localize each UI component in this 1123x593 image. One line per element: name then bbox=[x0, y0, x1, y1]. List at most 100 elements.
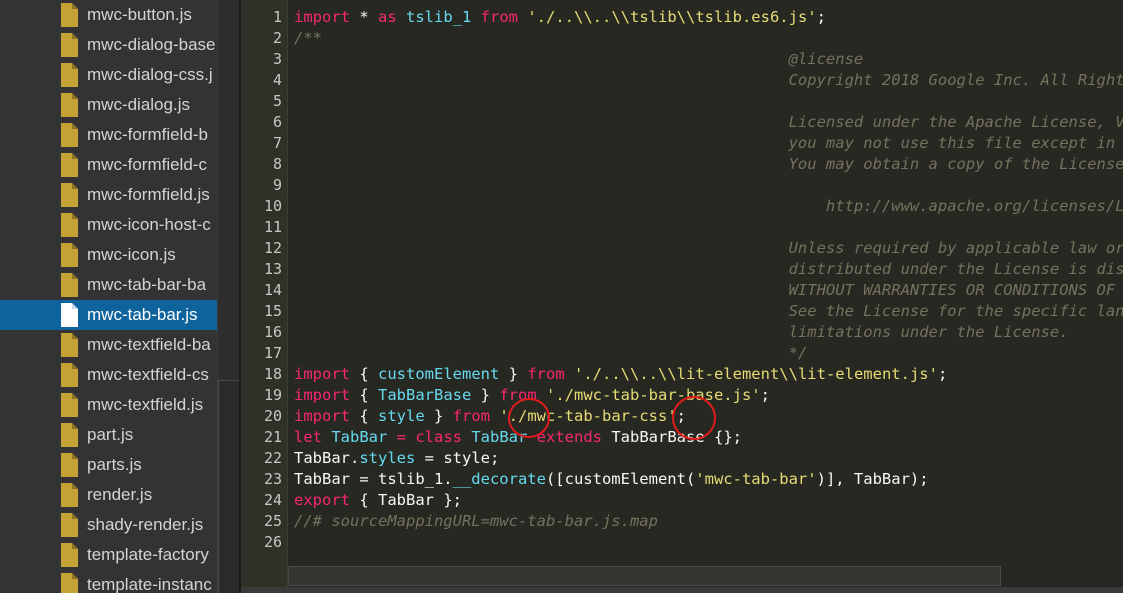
code-token: style bbox=[378, 407, 425, 425]
code-token: import bbox=[294, 386, 350, 404]
file-tree-item[interactable]: mwc-dialog-base bbox=[0, 30, 217, 60]
file-icon bbox=[61, 33, 78, 57]
line-number: 9 bbox=[272, 176, 282, 194]
file-name-label: mwc-icon-host-c bbox=[87, 215, 211, 234]
file-tree-item[interactable]: mwc-formfield.js bbox=[0, 180, 217, 210]
file-name-label: mwc-dialog.js bbox=[87, 95, 190, 114]
line-number: 18 bbox=[263, 365, 282, 383]
file-tree-item[interactable]: mwc-formfield-b bbox=[0, 120, 217, 150]
code-line: See the License for the specific languag… bbox=[294, 301, 1123, 322]
line-number: 12 bbox=[263, 239, 282, 257]
line-number: 20 bbox=[263, 407, 282, 425]
code-token: { bbox=[350, 386, 378, 404]
file-icon bbox=[61, 63, 78, 87]
file-name-label: mwc-textfield-ba bbox=[87, 335, 211, 354]
file-name-label: shady-render.js bbox=[87, 515, 204, 534]
line-number: 5 bbox=[272, 92, 282, 110]
code-line: let TabBar = class TabBar extends TabBar… bbox=[294, 427, 742, 448]
file-icon bbox=[61, 483, 78, 507]
line-number: 7 bbox=[272, 134, 282, 152]
code-token: { bbox=[350, 365, 378, 383]
code-line: limitations under the License. bbox=[294, 322, 1069, 343]
file-icon bbox=[61, 453, 78, 477]
line-number: 21 bbox=[263, 428, 282, 446]
code-token: __decorate bbox=[452, 470, 546, 488]
code-token: WITHOUT WARRANTIES OR CONDITIONS OF ANY … bbox=[294, 281, 1123, 299]
line-number: 22 bbox=[263, 449, 282, 467]
file-tree-item[interactable]: mwc-textfield-ba bbox=[0, 330, 217, 360]
file-tree-item[interactable]: mwc-icon.js bbox=[0, 240, 217, 270]
code-token: { TabBar }; bbox=[350, 491, 462, 509]
file-tree-item[interactable]: mwc-tab-bar.js bbox=[0, 300, 217, 330]
code-token: //# sourceMappingURL=mwc-tab-bar.js.map bbox=[294, 512, 658, 530]
file-icon bbox=[61, 93, 78, 117]
file-name-label: mwc-formfield-b bbox=[87, 125, 208, 144]
line-number: 6 bbox=[272, 113, 282, 131]
file-icon bbox=[61, 123, 78, 147]
code-line: @license bbox=[294, 49, 864, 70]
sidebar-scrollbar-thumb[interactable] bbox=[218, 380, 239, 593]
line-number: 4 bbox=[272, 71, 282, 89]
file-name-label: parts.js bbox=[87, 455, 142, 474]
code-token: extends bbox=[536, 428, 602, 446]
file-name-label: mwc-tab-bar.js bbox=[87, 305, 198, 324]
file-name-label: mwc-tab-bar-ba bbox=[87, 275, 207, 294]
line-number: 17 bbox=[263, 344, 282, 362]
line-number: 13 bbox=[263, 260, 282, 278]
code-token: ; bbox=[816, 8, 826, 26]
code-line: TabBar = tslib_1.__decorate([customEleme… bbox=[294, 469, 929, 490]
file-tree-item[interactable]: mwc-dialog-css.j bbox=[0, 60, 217, 90]
file-name-label: template-instanc bbox=[87, 575, 212, 593]
code-token: import bbox=[294, 8, 350, 26]
code-token: 'mwc-tab-bar' bbox=[695, 470, 817, 488]
file-tree-item[interactable]: parts.js bbox=[0, 450, 217, 480]
file-tree-item[interactable]: mwc-tab-bar-ba bbox=[0, 270, 217, 300]
file-tree-item[interactable]: shady-render.js bbox=[0, 510, 217, 540]
editor-window: mwc-button.js mwc-dialog-base mwc-dialog-c… bbox=[0, 0, 1123, 593]
code-token: ; bbox=[937, 365, 948, 383]
line-number: 1 bbox=[272, 8, 282, 26]
code-token: styles bbox=[359, 449, 416, 467]
code-line: You may obtain a copy of the License at bbox=[294, 154, 1123, 175]
file-tree-item[interactable]: mwc-formfield-c bbox=[0, 150, 217, 180]
code-token: /** bbox=[294, 29, 322, 47]
bottom-edge bbox=[241, 587, 1123, 593]
file-tree-item[interactable]: part.js bbox=[0, 420, 217, 450]
file-icon bbox=[61, 393, 78, 417]
code-line: Licensed under the Apache License, Versi… bbox=[294, 112, 1123, 133]
code-token: './mwc-tab-bar-base.js' bbox=[546, 386, 761, 404]
code-token: { bbox=[350, 407, 378, 425]
horizontal-scrollbar-thumb[interactable] bbox=[288, 566, 1001, 586]
file-tree-item[interactable]: template-instanc bbox=[0, 570, 217, 593]
file-tree-item[interactable]: template-factory bbox=[0, 540, 217, 570]
code-token: as bbox=[378, 8, 397, 26]
code-token: from bbox=[452, 407, 490, 425]
code-token: TabBar. bbox=[294, 449, 360, 467]
file-tree-item[interactable]: mwc-icon-host-c bbox=[0, 210, 217, 240]
code-token: ; bbox=[760, 386, 770, 404]
line-number: 3 bbox=[272, 50, 282, 68]
code-line: */ bbox=[294, 343, 808, 364]
file-tree-item[interactable]: mwc-textfield.js bbox=[0, 390, 217, 420]
file-tree-item[interactable]: mwc-button.js bbox=[0, 0, 217, 30]
code-line: Unless required by applicable law or agr… bbox=[294, 238, 1123, 259]
code-line: TabBar.styles = style; bbox=[294, 448, 499, 469]
file-name-label: part.js bbox=[87, 425, 134, 444]
code-token: import bbox=[294, 407, 350, 425]
file-name-label: mwc-button.js bbox=[87, 5, 192, 24]
code-token: ([customElement( bbox=[545, 470, 696, 488]
file-icon bbox=[61, 303, 78, 327]
file-tree-item[interactable]: mwc-dialog.js bbox=[0, 90, 217, 120]
code-editor[interactable]: import * as tslib_1 from './..\\..\\tsli… bbox=[288, 0, 1123, 587]
code-token: TabBar bbox=[462, 428, 537, 446]
code-token: import bbox=[294, 365, 350, 383]
file-icon bbox=[61, 363, 78, 387]
file-tree-item[interactable]: render.js bbox=[0, 480, 217, 510]
code-token: from bbox=[480, 8, 518, 26]
file-name-label: render.js bbox=[87, 485, 153, 504]
code-token: let bbox=[294, 428, 322, 446]
file-tree-item[interactable]: mwc-textfield-cs bbox=[0, 360, 217, 390]
line-number-gutter: 1 2 3 4 5 6 7 8 9 10 11 12 13 14 15 16 17 18 19 20 21 22 23 24 2… bbox=[241, 0, 287, 587]
file-explorer: mwc-button.js mwc-dialog-base mwc-dialog-c… bbox=[0, 0, 217, 593]
